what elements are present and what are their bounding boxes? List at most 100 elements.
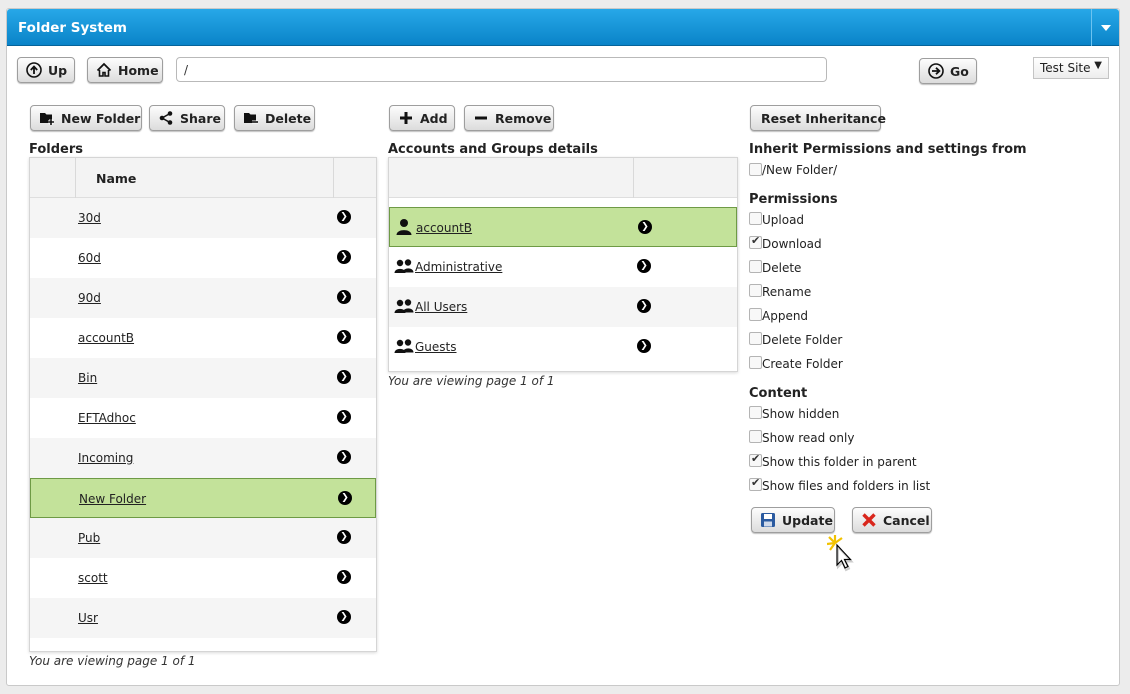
folder-row[interactable]: Bin ❯ — [30, 358, 376, 398]
title-dropdown-button[interactable] — [1091, 9, 1119, 46]
open-arrow-icon[interactable]: ❯ — [337, 570, 351, 584]
inherit-checkbox[interactable] — [749, 163, 762, 176]
folder-name-link[interactable]: Incoming — [78, 451, 133, 465]
folder-name-link[interactable]: 30d — [78, 211, 101, 225]
open-arrow-icon[interactable]: ❯ — [637, 259, 651, 273]
account-row[interactable]: All Users ❯ — [389, 287, 737, 327]
open-arrow-icon[interactable]: ❯ — [337, 530, 351, 544]
folders-section-title: Folders — [29, 142, 84, 157]
permission-checkbox[interactable] — [749, 332, 762, 345]
folder-row[interactable]: 90d ❯ — [30, 278, 376, 318]
folder-row[interactable]: New Folder ❯ — [30, 478, 376, 518]
open-arrow-icon[interactable]: ❯ — [637, 339, 651, 353]
update-button[interactable]: Update — [751, 507, 835, 533]
column-separator — [75, 158, 76, 198]
open-arrow-icon[interactable]: ❯ — [337, 210, 351, 224]
checkbox-label: Delete — [762, 261, 802, 275]
account-name-link[interactable]: Guests — [415, 340, 457, 354]
group-icon — [394, 337, 414, 357]
open-arrow-icon[interactable]: ❯ — [337, 610, 351, 624]
remove-button[interactable]: Remove — [464, 105, 554, 131]
folder-name-link[interactable]: 90d — [78, 291, 101, 305]
window-title: Folder System — [18, 20, 127, 36]
checkbox-label: Delete Folder — [762, 333, 843, 347]
reset-inheritance-button[interactable]: Reset Inheritance — [750, 105, 886, 131]
folder-name-link[interactable]: accountB — [78, 331, 134, 345]
account-name-link[interactable]: Administrative — [415, 260, 502, 274]
site-select[interactable]: Test Site ▼ — [1033, 57, 1109, 79]
title-bar: Folder System — [7, 9, 1119, 46]
inherit-title: Inherit Permissions and settings from — [749, 142, 1027, 157]
go-label: Go — [950, 63, 969, 79]
open-arrow-icon[interactable]: ❯ — [337, 370, 351, 384]
chevron-down-icon: ▼ — [1094, 60, 1102, 71]
permission-checkbox[interactable] — [749, 406, 762, 419]
accounts-grid-header — [389, 158, 737, 198]
account-row[interactable]: Guests ❯ — [389, 327, 737, 367]
folder-row[interactable]: EFTAdhoc ❯ — [30, 398, 376, 438]
group-icon — [394, 257, 414, 277]
home-label: Home — [118, 62, 159, 78]
new-folder-label: New Folder — [61, 110, 141, 126]
content-title: Content — [749, 386, 808, 401]
folder-row[interactable]: Incoming ❯ — [30, 438, 376, 478]
minus-icon — [473, 110, 489, 126]
checkbox-label: Create Folder — [762, 357, 843, 371]
folder-name-link[interactable]: scott — [78, 571, 108, 585]
permission-checkbox[interactable] — [749, 260, 762, 273]
permission-checkbox[interactable] — [749, 452, 762, 467]
add-button[interactable]: Add — [389, 105, 455, 131]
open-arrow-icon[interactable]: ❯ — [337, 450, 351, 464]
path-input[interactable] — [176, 57, 827, 82]
folder-row[interactable]: 60d ❯ — [30, 238, 376, 278]
up-button[interactable]: Up — [17, 57, 75, 83]
name-column-header[interactable]: Name — [96, 171, 136, 186]
folder-name-link[interactable]: New Folder — [79, 492, 146, 506]
folder-row[interactable]: 30d ❯ — [30, 198, 376, 238]
add-label: Add — [420, 110, 448, 126]
delete-label: Delete — [265, 110, 312, 126]
permission-checkbox[interactable] — [749, 308, 762, 321]
open-arrow-icon[interactable]: ❯ — [337, 250, 351, 264]
account-name-link[interactable]: accountB — [416, 221, 472, 235]
share-label: Share — [180, 110, 221, 126]
permission-checkbox[interactable] — [749, 476, 762, 491]
folder-name-link[interactable]: 60d — [78, 251, 101, 265]
new-folder-button[interactable]: New Folder — [30, 105, 142, 131]
account-name-link[interactable]: All Users — [415, 300, 467, 314]
go-button[interactable]: Go — [919, 58, 977, 84]
cancel-label: Cancel — [883, 512, 930, 528]
open-arrow-icon[interactable]: ❯ — [337, 330, 351, 344]
folder-row[interactable]: scott ❯ — [30, 558, 376, 598]
permission-checkbox[interactable] — [749, 212, 762, 225]
open-arrow-icon[interactable]: ❯ — [337, 410, 351, 424]
permission-checkbox[interactable] — [749, 356, 762, 369]
folder-row[interactable]: Pub ❯ — [30, 518, 376, 558]
account-row[interactable]: Administrative ❯ — [389, 247, 737, 287]
permission-checkbox[interactable] — [749, 234, 762, 249]
new-folder-icon — [39, 110, 55, 126]
close-icon — [861, 512, 877, 528]
go-arrow-icon — [928, 63, 944, 79]
checkbox-label: Rename — [762, 285, 812, 299]
home-button[interactable]: Home — [87, 57, 163, 83]
permission-checkbox[interactable] — [749, 284, 762, 297]
account-row[interactable]: accountB ❯ — [389, 207, 737, 247]
permission-checkbox[interactable] — [749, 430, 762, 443]
folder-row[interactable]: accountB ❯ — [30, 318, 376, 358]
share-button[interactable]: Share — [149, 105, 225, 131]
folder-name-link[interactable]: Pub — [78, 531, 100, 545]
cancel-button[interactable]: Cancel — [852, 507, 932, 533]
column-separator — [333, 158, 334, 198]
reset-inheritance-label: Reset Inheritance — [761, 110, 886, 126]
folder-row[interactable]: Usr ❯ — [30, 598, 376, 638]
delete-folder-button[interactable]: Delete — [234, 105, 315, 131]
checkbox-label: Show hidden — [762, 407, 840, 421]
open-arrow-icon[interactable]: ❯ — [337, 290, 351, 304]
folder-name-link[interactable]: Usr — [78, 611, 98, 625]
folder-name-link[interactable]: Bin — [78, 371, 97, 385]
folder-name-link[interactable]: EFTAdhoc — [78, 411, 136, 425]
open-arrow-icon[interactable]: ❯ — [637, 299, 651, 313]
open-arrow-icon[interactable]: ❯ — [638, 220, 652, 234]
open-arrow-icon[interactable]: ❯ — [338, 491, 352, 505]
